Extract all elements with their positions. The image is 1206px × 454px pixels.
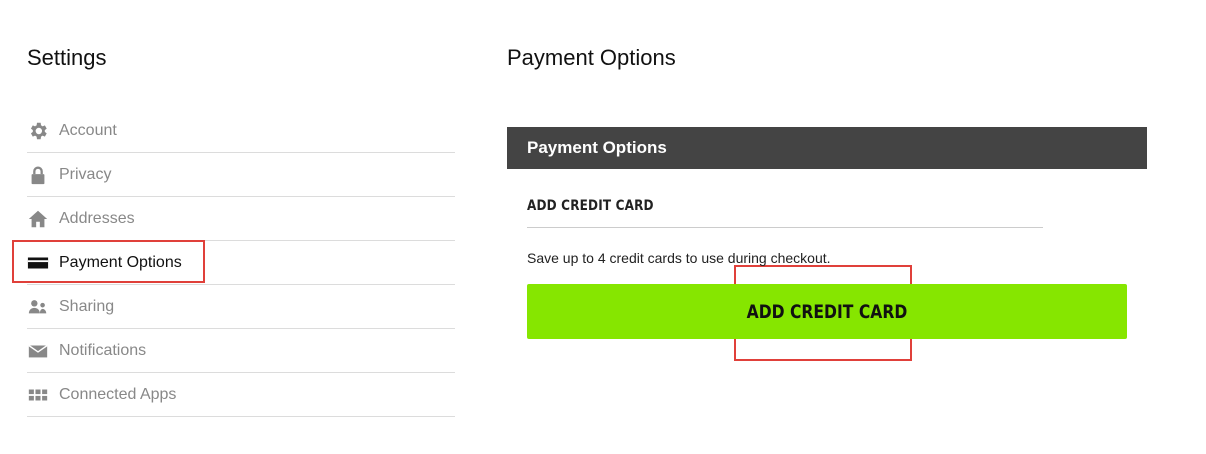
sidebar-item-privacy[interactable]: Privacy bbox=[27, 153, 455, 197]
sidebar-item-label: Sharing bbox=[59, 297, 115, 315]
home-icon bbox=[27, 208, 49, 230]
sidebar-item-label: Notifications bbox=[59, 341, 147, 359]
panel-header: Payment Options bbox=[507, 127, 1147, 169]
sidebar-item-label: Addresses bbox=[59, 209, 135, 227]
grid-icon bbox=[27, 384, 49, 406]
sidebar-item-label: Payment Options bbox=[59, 253, 182, 271]
credit-card-icon bbox=[27, 252, 49, 274]
sidebar-item-label: Privacy bbox=[59, 165, 112, 183]
add-credit-card-label: ADD CREDIT CARD bbox=[746, 300, 908, 323]
section-title: ADD CREDIT CARD bbox=[527, 198, 1043, 228]
sidebar-item-notifications[interactable]: Notifications bbox=[27, 329, 455, 373]
add-credit-card-button[interactable]: ADD CREDIT CARD bbox=[527, 284, 1127, 339]
sidebar-item-sharing[interactable]: Sharing bbox=[27, 285, 455, 329]
page-title: Payment Options bbox=[507, 45, 676, 70]
sidebar-item-label: Account bbox=[59, 121, 117, 139]
sidebar-title: Settings bbox=[27, 45, 107, 70]
sidebar-item-connected-apps[interactable]: Connected Apps bbox=[27, 373, 455, 417]
lock-icon bbox=[27, 164, 49, 186]
help-text: Save up to 4 credit cards to use during … bbox=[527, 250, 831, 266]
sidebar-item-payment-options[interactable]: Payment Options bbox=[27, 241, 455, 285]
sidebar-item-account[interactable]: Account bbox=[27, 109, 455, 153]
users-icon bbox=[27, 296, 49, 318]
sidebar-item-label: Connected Apps bbox=[59, 385, 177, 403]
envelope-icon bbox=[27, 340, 49, 362]
sidebar-item-addresses[interactable]: Addresses bbox=[27, 197, 455, 241]
settings-nav: Account Privacy Addresses Payment Option… bbox=[27, 109, 455, 417]
gear-icon bbox=[27, 120, 49, 142]
